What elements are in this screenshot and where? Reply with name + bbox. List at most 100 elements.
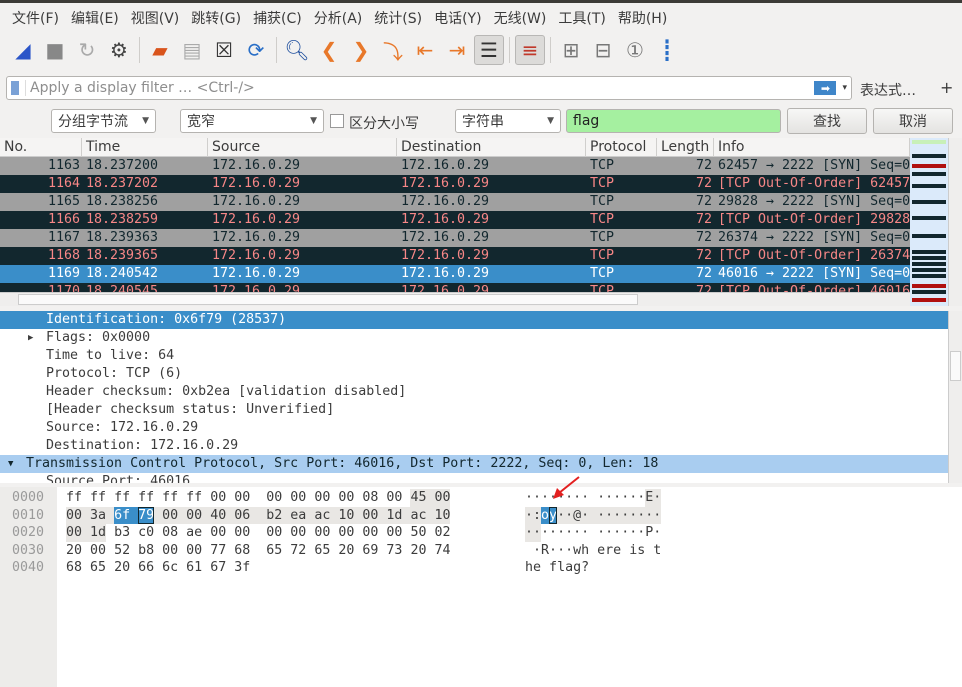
case-sensitive-checkbox[interactable]: [330, 114, 344, 128]
search-in-select[interactable]: 分组字节流 ▼: [51, 109, 156, 133]
filter-history-dropdown-icon[interactable]: ▾: [842, 83, 847, 93]
detail-row[interactable]: Header checksum: 0xb2ea [validation disa…: [0, 383, 948, 401]
packet-minimap[interactable]: [910, 138, 948, 306]
packet-list-horizontal-scrollbar[interactable]: [0, 292, 910, 306]
hex-byte[interactable]: 79: [138, 506, 155, 524]
packet-row[interactable]: 1164 18.237202 172.16.0.29 172.16.0.29 TCP 72…: [0, 175, 910, 193]
ascii-char[interactable]: :: [533, 506, 542, 524]
expander-expanded-icon[interactable]: ▼: [8, 455, 13, 473]
hex-byte[interactable]: 20: [66, 542, 82, 560]
detail-row[interactable]: Identification: 0x6f79 (28537): [0, 311, 948, 329]
hex-byte[interactable]: 00: [210, 489, 226, 507]
hex-byte[interactable]: ff: [114, 489, 130, 507]
go-to-packet-button[interactable]: ⤵: [378, 35, 408, 65]
hex-line[interactable]: 00 1d b3 c0 08 ae 00 00 00 00 00 00 00 0…: [66, 524, 450, 542]
menu-item-0[interactable]: 文件(F): [6, 8, 65, 28]
hex-byte[interactable]: 61: [186, 559, 202, 577]
expression-button[interactable]: 表达式…: [860, 80, 916, 100]
ascii-char[interactable]: e: [597, 542, 605, 560]
ascii-char[interactable]: ·: [597, 524, 605, 542]
column-header-destination[interactable]: Destination: [397, 138, 586, 157]
zoom-out-button[interactable]: ⊟: [588, 35, 618, 65]
ascii-char[interactable]: E: [645, 489, 654, 507]
ascii-char[interactable]: ·: [557, 506, 566, 524]
hex-byte[interactable]: 00: [362, 506, 379, 524]
hex-byte[interactable]: ac: [314, 506, 331, 524]
hex-byte[interactable]: 6c: [162, 559, 178, 577]
hex-byte[interactable]: 77: [210, 542, 226, 560]
ascii-char[interactable]: ·: [621, 506, 630, 524]
column-header-info[interactable]: Info: [714, 138, 910, 157]
hex-byte[interactable]: 68: [234, 542, 250, 560]
menu-item-3[interactable]: 跳转(G): [185, 8, 247, 28]
hex-byte[interactable]: 00: [266, 489, 282, 507]
ascii-char[interactable]: [525, 542, 533, 560]
ascii-char[interactable]: i: [629, 542, 637, 560]
ascii-char[interactable]: ·: [581, 524, 589, 542]
ascii-char[interactable]: R: [541, 542, 549, 560]
ascii-char[interactable]: s: [637, 542, 645, 560]
ascii-char[interactable]: [645, 542, 653, 560]
hex-byte[interactable]: ff: [138, 489, 154, 507]
menu-item-7[interactable]: 电话(Y): [428, 8, 487, 28]
ascii-char[interactable]: ·: [565, 524, 573, 542]
hex-byte[interactable]: 08: [162, 524, 178, 542]
ascii-char[interactable]: g: [573, 559, 581, 577]
hex-line[interactable]: 00 3a 6f 79 00 00 40 06 b2 ea ac 10 00 1…: [66, 506, 451, 524]
column-header-no[interactable]: No.: [0, 138, 82, 157]
ascii-char[interactable]: ·: [597, 506, 606, 524]
packet-row[interactable]: 1168 18.239365 172.16.0.29 172.16.0.29 TCP 72…: [0, 247, 910, 265]
resize-columns-button[interactable]: ┋: [652, 35, 682, 65]
ascii-char[interactable]: ·: [565, 542, 573, 560]
hex-byte[interactable]: 3a: [90, 506, 107, 524]
ascii-char[interactable]: ·: [533, 489, 541, 507]
ascii-char[interactable]: [621, 542, 629, 560]
hex-byte[interactable]: 02: [434, 524, 450, 542]
ascii-line[interactable]: ·R···wh ere is t: [525, 542, 661, 560]
normal-size-button[interactable]: ①: [620, 35, 650, 65]
hex-byte[interactable]: 72: [290, 542, 306, 560]
hex-byte[interactable]: 00: [66, 506, 83, 524]
ascii-char[interactable]: P: [645, 524, 653, 542]
ascii-char[interactable]: ·: [557, 542, 565, 560]
hex-byte[interactable]: b8: [138, 542, 154, 560]
hex-byte[interactable]: 40: [210, 506, 227, 524]
hex-byte[interactable]: b2: [266, 506, 283, 524]
menu-item-9[interactable]: 工具(T): [552, 8, 611, 28]
ascii-char[interactable]: ·: [605, 524, 613, 542]
hex-byte[interactable]: ff: [186, 489, 202, 507]
detail-row[interactable]: Source Port: 46016: [0, 473, 948, 483]
ascii-char[interactable]: e: [613, 542, 621, 560]
packet-list-vertical-scrollbar[interactable]: [948, 138, 962, 306]
ascii-char[interactable]: h: [581, 542, 589, 560]
hex-byte[interactable]: 10: [434, 506, 451, 524]
detail-row[interactable]: Protocol: TCP (6): [0, 365, 948, 383]
ascii-char[interactable]: ·: [613, 524, 621, 542]
open-folder-button[interactable]: ▰: [145, 35, 175, 65]
hex-byte[interactable]: 00: [362, 524, 378, 542]
find-text-input[interactable]: flag: [566, 109, 781, 133]
column-header-source[interactable]: Source: [208, 138, 397, 157]
packet-row[interactable]: 1165 18.238256 172.16.0.29 172.16.0.29 TCP 72…: [0, 193, 910, 211]
hex-byte[interactable]: ff: [66, 489, 82, 507]
ascii-char[interactable]: a: [565, 559, 573, 577]
ascii-char[interactable]: ·: [525, 506, 534, 524]
hex-byte[interactable]: 00: [338, 489, 354, 507]
hex-byte[interactable]: 00: [186, 506, 203, 524]
hex-byte[interactable]: 00: [90, 542, 106, 560]
hex-byte[interactable]: 1d: [386, 506, 403, 524]
ascii-char[interactable]: ·: [541, 524, 549, 542]
ascii-char[interactable]: ·: [629, 489, 637, 507]
details-vertical-scrollbar[interactable]: [948, 311, 962, 483]
hex-line[interactable]: ff ff ff ff ff ff 00 00 00 00 00 00 08 0…: [66, 489, 451, 507]
restart-button[interactable]: ↻: [72, 35, 102, 65]
ascii-char[interactable]: ·: [637, 524, 645, 542]
ascii-char[interactable]: @: [573, 506, 582, 524]
hex-byte[interactable]: 20: [114, 559, 130, 577]
hex-byte[interactable]: 69: [362, 542, 378, 560]
packet-row[interactable]: 1167 18.239363 172.16.0.29 172.16.0.29 TCP 72…: [0, 229, 910, 247]
go-forward-button[interactable]: ❯: [346, 35, 376, 65]
hex-byte[interactable]: 45: [410, 489, 427, 507]
ascii-char[interactable]: ·: [573, 524, 581, 542]
ascii-char[interactable]: ·: [557, 524, 565, 542]
